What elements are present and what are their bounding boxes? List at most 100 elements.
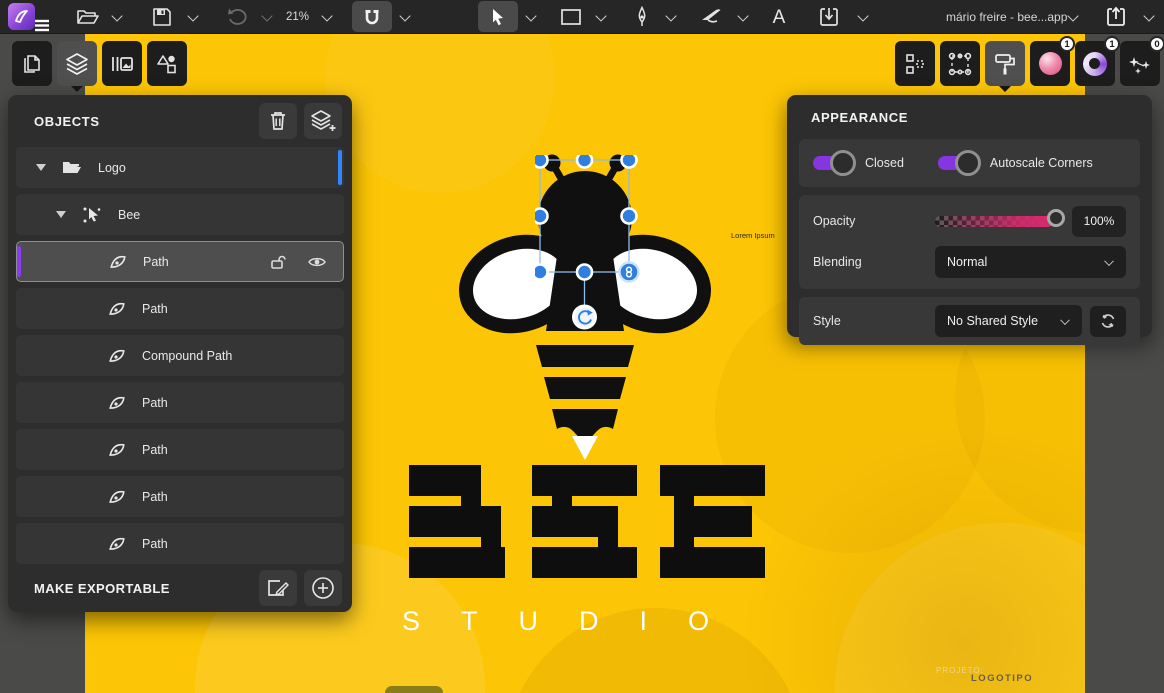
node-edit-panel-button[interactable]	[940, 41, 980, 86]
blending-dropdown[interactable]: Normal	[935, 246, 1126, 278]
main-toolbar: 21% A mário freire - bee...app	[0, 0, 1164, 33]
chevron-down-icon[interactable]	[1144, 12, 1154, 22]
closed-toggle-knob[interactable]	[830, 150, 856, 176]
pen-tool-button[interactable]	[634, 6, 650, 28]
objects-panel: OBJECTS Logo	[8, 95, 352, 612]
rectangle-tool-button[interactable]	[560, 8, 582, 26]
letter-e2	[660, 465, 765, 578]
save-button[interactable]	[152, 7, 172, 27]
tree-row-label: Bee	[118, 208, 140, 222]
letter-b	[409, 465, 505, 578]
chevron-down-icon[interactable]	[596, 12, 606, 22]
make-exportable-button[interactable]	[259, 570, 297, 606]
link-handle[interactable]	[620, 263, 639, 282]
export-icon	[1104, 5, 1128, 29]
autoscale-toggle-knob[interactable]	[955, 150, 981, 176]
gallery-panel-button[interactable]	[102, 41, 142, 86]
select-tool-button[interactable]	[489, 7, 507, 27]
autoscale-corners-label: Autoscale Corners	[990, 156, 1093, 170]
chevron-down-icon[interactable]	[322, 12, 332, 22]
closed-toggle[interactable]	[813, 156, 847, 170]
pages-panel-button[interactable]	[12, 41, 52, 86]
sync-icon	[1099, 312, 1117, 330]
make-exportable-label: MAKE EXPORTABLE	[34, 581, 170, 596]
chevron-down-icon[interactable]	[738, 12, 748, 22]
delete-layer-button[interactable]	[259, 103, 297, 139]
import-button[interactable]	[818, 6, 840, 28]
open-file-button[interactable]	[76, 7, 100, 27]
handle-top-left	[535, 155, 548, 168]
tree-row-path-selected[interactable]: Path	[16, 241, 344, 282]
import-icon	[818, 6, 840, 28]
opacity-slider-knob[interactable]	[1047, 209, 1065, 227]
objects-panel-title: OBJECTS	[34, 114, 100, 129]
tree-row-path[interactable]: Path	[16, 288, 344, 329]
unlock-icon[interactable]	[269, 254, 287, 270]
bee-letters[interactable]	[405, 465, 765, 580]
project-label: PROJETO:	[936, 666, 984, 675]
path-icon	[108, 300, 126, 318]
rectangle-icon	[560, 8, 582, 26]
opacity-slider[interactable]	[935, 216, 1053, 227]
sync-style-button[interactable]	[1090, 306, 1126, 337]
gallery-icon	[110, 53, 134, 75]
tree-row-path[interactable]: Path	[16, 429, 344, 470]
selection-overlay[interactable]	[535, 155, 645, 345]
snap-magnet-button[interactable]	[362, 7, 382, 27]
caret-down-icon[interactable]	[36, 164, 46, 171]
panel-pointer	[71, 86, 83, 92]
caret-down-icon[interactable]	[56, 211, 66, 218]
pages-icon	[21, 52, 43, 76]
effects-icon	[1127, 51, 1153, 77]
opacity-label: Opacity	[813, 214, 911, 228]
chevron-down-icon[interactable]	[188, 12, 198, 22]
tree-row-logo[interactable]: Logo	[16, 147, 344, 188]
undo-button[interactable]	[226, 7, 248, 27]
knife-tool-button[interactable]	[700, 7, 726, 27]
tree-row-compound-path[interactable]: Compound Path	[16, 335, 344, 376]
tree-row-bee[interactable]: Bee	[16, 194, 344, 235]
app-logo[interactable]	[8, 3, 35, 30]
add-layer-icon	[310, 109, 336, 133]
path-icon	[108, 441, 126, 459]
eye-icon[interactable]	[307, 255, 327, 269]
zoom-level-button[interactable]: 21%	[286, 11, 309, 23]
chevron-down-icon[interactable]	[666, 12, 676, 22]
chevron-down-icon[interactable]	[858, 12, 868, 22]
tree-row-path[interactable]: Path	[16, 476, 344, 517]
chevron-down-icon[interactable]	[262, 12, 272, 22]
layers-panel-button[interactable]	[57, 41, 97, 86]
chevron-down-icon[interactable]	[400, 12, 410, 22]
lorem-text[interactable]: Lorem Ipsum	[731, 231, 775, 240]
text-tool-icon: A	[768, 7, 790, 27]
document-title-button[interactable]: mário freire - bee...app	[946, 10, 1067, 24]
letter-e	[532, 465, 637, 578]
shared-style-dropdown[interactable]: No Shared Style	[935, 305, 1082, 337]
tree-row-path[interactable]: Path	[16, 523, 344, 564]
effects-panel-button[interactable]: 0	[1120, 41, 1160, 86]
stroke-panel-button[interactable]: 1	[1075, 41, 1115, 86]
chevron-down-icon[interactable]	[526, 12, 536, 22]
fill-panel-button[interactable]: 1	[1030, 41, 1070, 86]
menu-button[interactable]	[33, 17, 51, 33]
add-layer-button[interactable]	[304, 103, 342, 139]
document-title: mário freire - bee...app	[946, 10, 1067, 24]
autoscale-corners-toggle[interactable]	[938, 156, 972, 170]
opacity-value-field[interactable]: 100%	[1072, 206, 1126, 237]
rotate-handle[interactable]	[574, 306, 596, 328]
export-button[interactable]	[1104, 5, 1128, 29]
chevron-down-icon[interactable]	[112, 12, 122, 22]
tree-row-path[interactable]: Path	[16, 382, 344, 423]
add-export-button[interactable]	[304, 570, 342, 606]
path-icon	[108, 535, 126, 553]
text-tool-button[interactable]: A	[768, 7, 790, 27]
fill-icon	[1039, 52, 1062, 75]
appearance-panel-button[interactable]	[985, 41, 1025, 86]
arrange-panel-button[interactable]	[895, 41, 935, 86]
shapes-panel-button[interactable]	[147, 41, 187, 86]
path-options-row: Closed Autoscale Corners	[799, 139, 1140, 187]
studio-text[interactable]: STUDIO	[402, 606, 750, 637]
chevron-down-icon[interactable]	[1068, 12, 1078, 22]
pen-tool-icon	[634, 6, 650, 28]
effects-count-badge: 0	[1149, 36, 1164, 52]
